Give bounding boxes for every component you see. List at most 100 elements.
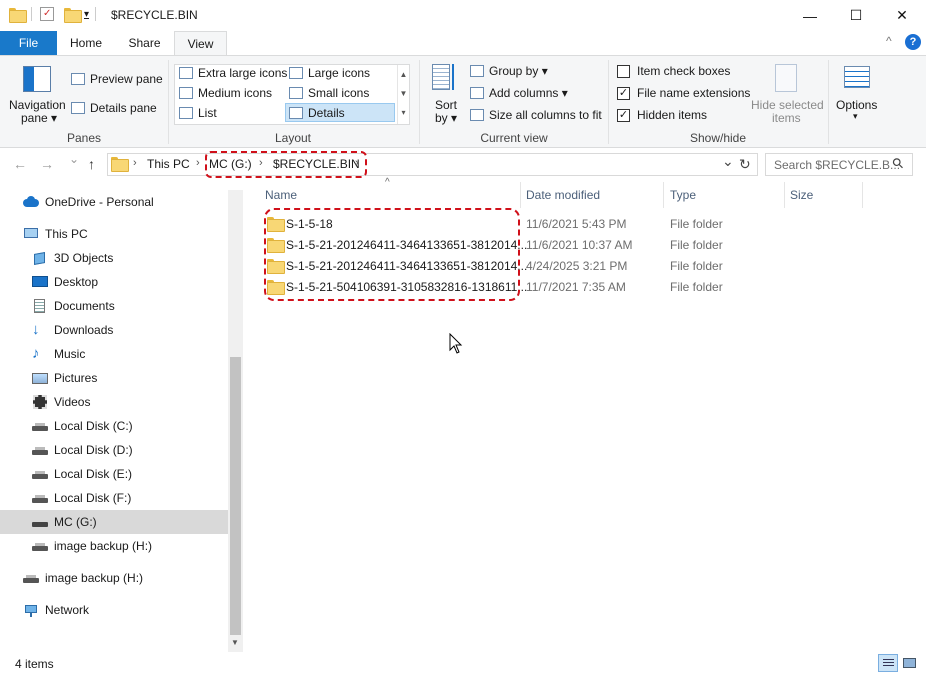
hide-selected-items-button[interactable]: Hide selected <box>751 98 824 112</box>
sidebar-item-label: MC (G:) <box>54 515 97 529</box>
sidebar-item-documents[interactable]: Documents <box>0 294 228 318</box>
medium-icons-icon <box>179 87 193 99</box>
details-pane-button[interactable]: Details pane <box>71 101 157 115</box>
sidebar-item-image-backup-h[interactable]: image backup (H:) <box>0 534 228 558</box>
sidebar-item-videos[interactable]: Videos <box>0 390 228 414</box>
maximize-button[interactable]: ☐ <box>833 0 879 31</box>
sidebar-item-mc-g[interactable]: MC (G:) <box>0 510 228 534</box>
tab-home[interactable]: Home <box>57 31 115 55</box>
close-button[interactable]: ✕ <box>879 0 925 31</box>
column-header-date[interactable]: Date modified <box>526 188 600 202</box>
drive-icon <box>32 539 48 553</box>
sidebar-item-network[interactable]: Network <box>0 598 228 622</box>
panes-group-label: Panes <box>66 131 102 145</box>
tab-share[interactable]: Share <box>115 31 174 55</box>
minimize-ribbon-icon[interactable]: ^ <box>886 34 892 48</box>
group-by-button[interactable]: Group by ▾ <box>470 64 548 78</box>
add-columns-label: Add columns ▾ <box>489 86 568 100</box>
sidebar-item-onedrive[interactable]: OneDrive - Personal <box>0 190 228 214</box>
sidebar-item-label: Local Disk (D:) <box>54 443 133 457</box>
layout-details[interactable]: Details <box>289 106 345 120</box>
sidebar-item-label: Pictures <box>54 371 98 385</box>
sidebar-item-downloads[interactable]: ↓ Downloads <box>0 318 228 342</box>
navigation-pane-dropdown[interactable]: pane ▾ <box>21 111 57 125</box>
group-by-label: Group by ▾ <box>489 64 548 78</box>
hidden-items-checkbox[interactable]: ✓ <box>617 108 630 122</box>
picture-icon <box>32 371 48 385</box>
tab-view[interactable]: View <box>174 31 227 56</box>
sidebar-item-desktop[interactable]: Desktop <box>0 270 228 294</box>
sort-icon <box>432 64 458 94</box>
layout-small-icons[interactable]: Small icons <box>289 86 369 100</box>
sort-by-dropdown[interactable]: by ▾ <box>435 111 457 125</box>
item-check-boxes[interactable]: Item check boxes <box>617 64 730 78</box>
layout-large-icons[interactable]: Large icons <box>289 66 370 80</box>
size-all-columns-button[interactable]: Size all columns to fit <box>470 108 602 122</box>
forward-icon[interactable]: → <box>40 156 54 172</box>
sidebar-item-3d-objects[interactable]: 3D Objects <box>0 246 228 270</box>
help-icon[interactable]: ? <box>905 34 921 50</box>
sidebar-item-local-disk-c[interactable]: Local Disk (C:) <box>0 414 228 438</box>
column-header-size[interactable]: Size <box>790 188 813 202</box>
options-button[interactable]: Options <box>836 98 877 112</box>
address-dropdown-icon[interactable]: ⌄ <box>722 153 734 170</box>
layout-label: Large icons <box>308 66 371 80</box>
file-name-extensions-checkbox[interactable]: ✓ <box>617 86 630 100</box>
document-icon <box>32 299 48 313</box>
column-header-name[interactable]: Name <box>265 188 297 202</box>
nav-scrollbar-thumb[interactable] <box>230 357 241 635</box>
hidden-items[interactable]: ✓ Hidden items <box>617 108 707 122</box>
sidebar-item-local-disk-e[interactable]: Local Disk (E:) <box>0 462 228 486</box>
drive-icon <box>32 491 48 505</box>
extra-large-icons-icon <box>179 67 193 79</box>
layout-list[interactable]: List <box>179 106 217 120</box>
search-input[interactable]: Search $RECYCLE.B... <box>765 153 913 176</box>
breadcrumb-separator[interactable]: › <box>133 157 137 169</box>
divider[interactable] <box>663 182 664 208</box>
status-item-count: 4 items <box>15 657 54 671</box>
large-icons-view-button[interactable] <box>900 654 920 672</box>
tab-file[interactable]: File <box>0 31 57 55</box>
file-name-extensions[interactable]: ✓ File name extensions <box>617 86 750 100</box>
breadcrumb-this-pc[interactable]: This PC <box>147 157 190 171</box>
divider[interactable] <box>784 182 785 208</box>
minimize-button[interactable]: — <box>787 0 833 31</box>
file-type: File folder <box>670 280 723 294</box>
divider[interactable] <box>520 182 521 208</box>
sidebar-item-pictures[interactable]: Pictures <box>0 366 228 390</box>
add-columns-button[interactable]: Add columns ▾ <box>470 86 568 100</box>
sidebar-item-this-pc[interactable]: This PC <box>0 222 228 246</box>
back-icon[interactable]: ← <box>13 156 27 172</box>
sidebar-item-local-disk-d[interactable]: Local Disk (D:) <box>0 438 228 462</box>
file-date: 11/7/2021 7:35 AM <box>526 280 626 294</box>
breadcrumb-separator[interactable]: › <box>196 157 200 169</box>
divider <box>31 7 32 21</box>
sidebar-item-local-disk-f[interactable]: Local Disk (F:) <box>0 486 228 510</box>
properties-icon[interactable]: ✓ <box>40 7 54 21</box>
divider[interactable] <box>862 182 863 208</box>
layout-extra-large-icons[interactable]: Extra large icons <box>179 66 287 80</box>
folder-icon <box>9 7 27 23</box>
item-check-boxes-checkbox[interactable] <box>617 64 630 78</box>
navigation-pane-button[interactable]: Navigation <box>9 98 66 112</box>
sidebar-item-music[interactable]: ♪ Music <box>0 342 228 366</box>
chevron-down-icon: ▾ <box>853 111 858 121</box>
layout-medium-icons[interactable]: Medium icons <box>179 86 272 100</box>
layout-scroll[interactable]: ▲ ▼ ▾ <box>397 65 409 124</box>
up-icon[interactable]: ↑ <box>88 156 95 172</box>
scroll-down-icon[interactable]: ▼ <box>231 638 239 647</box>
details-view-button[interactable] <box>878 654 898 672</box>
sort-ascending-icon: ^ <box>385 177 390 188</box>
window-title: $RECYCLE.BIN <box>111 8 198 22</box>
new-folder-icon[interactable] <box>64 7 82 23</box>
preview-pane-button[interactable]: Preview pane <box>71 72 163 86</box>
sort-by-button[interactable]: Sort <box>435 98 457 112</box>
column-header-type[interactable]: Type <box>670 188 696 202</box>
sidebar-item-image-backup-h-root[interactable]: image backup (H:) <box>0 566 228 590</box>
qa-dropdown-icon[interactable]: ▾ <box>84 9 89 20</box>
drive-icon <box>32 467 48 481</box>
sidebar-item-label: Videos <box>54 395 91 409</box>
refresh-icon[interactable]: ↻ <box>739 156 751 173</box>
recent-locations-icon[interactable]: ⌄ <box>69 152 79 166</box>
details-pane-icon <box>71 102 85 114</box>
